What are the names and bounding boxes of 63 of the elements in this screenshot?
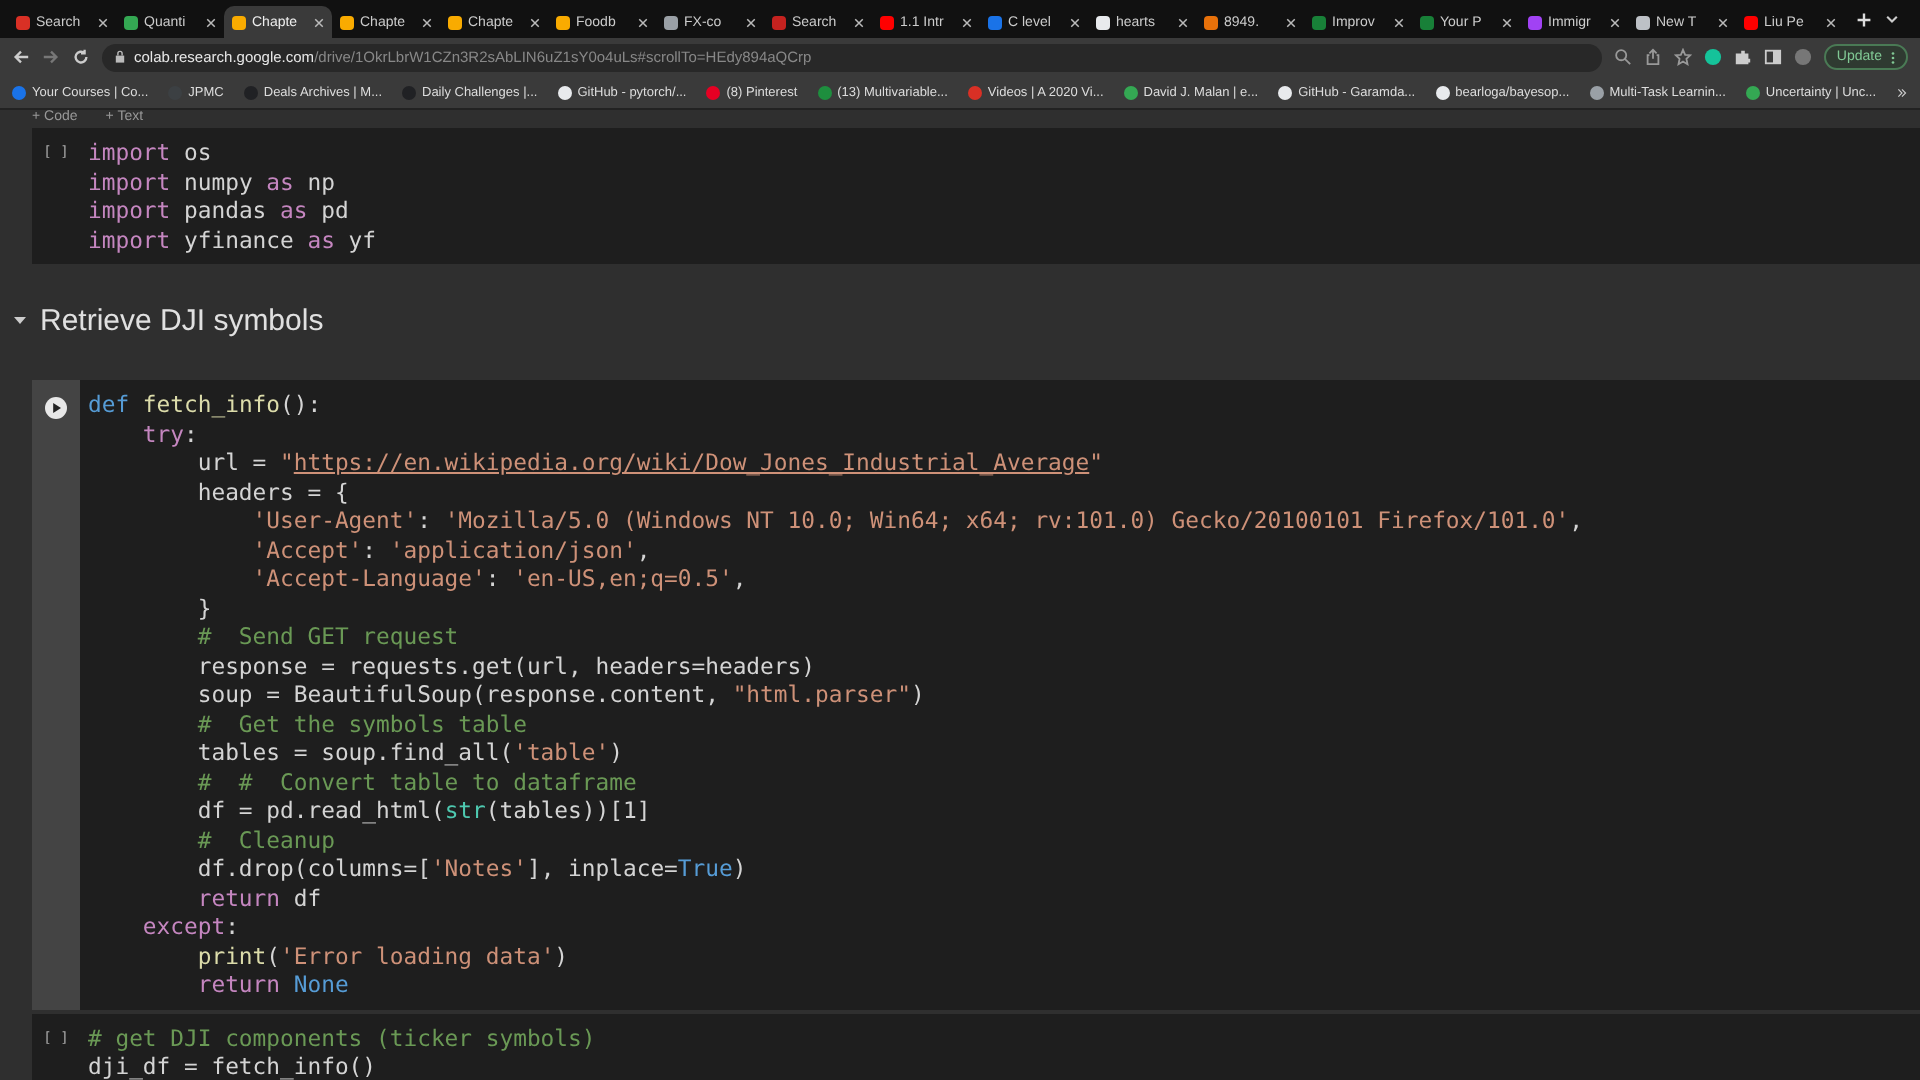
close-icon[interactable] <box>854 17 864 27</box>
code-line: except: <box>140 912 239 941</box>
close-icon[interactable] <box>1178 17 1188 27</box>
code-line: import os <box>88 138 212 167</box>
chevron-right-icon[interactable] <box>1896 85 1908 99</box>
code-line: # get DJI components (ticker symbols) <box>88 1023 596 1052</box>
code-line: 'User-Agent': 'Mozilla/5.0 (Windows NT 10.0; Win64; x64; rv:101.0) Gecko/20100101 Firefox/101.0', <box>250 506 1584 535</box>
code-line: url = "https://en.wikipedia.org/wiki/Dow_Jones_Industrial_Average" <box>195 448 1103 477</box>
code-line: import yfinance as yf <box>88 225 377 254</box>
code-line: # Cleanup <box>195 825 335 854</box>
code-line: return None <box>195 970 349 999</box>
close-icon[interactable] <box>1610 17 1620 27</box>
code-line: 'Accept': 'application/json', <box>250 535 651 564</box>
reload-icon[interactable] <box>72 48 90 66</box>
code-line: import pandas as pd <box>88 196 349 225</box>
code-line: # Get the symbols table <box>195 709 527 738</box>
close-icon[interactable] <box>422 17 432 27</box>
code-line: def fetch_info(): <box>88 390 322 419</box>
caret-down-icon[interactable] <box>12 312 28 328</box>
sidebar-icon[interactable] <box>1764 48 1783 66</box>
close-icon[interactable] <box>1286 17 1296 27</box>
forward-arrow-icon[interactable] <box>42 48 60 66</box>
share-icon[interactable] <box>1644 48 1663 66</box>
code-line: 'Accept-Language': 'en-US,en;q=0.5', <box>250 564 747 593</box>
close-icon[interactable] <box>314 17 324 27</box>
code-line: # Send GET request <box>195 622 459 651</box>
close-icon[interactable] <box>1070 17 1080 27</box>
lock-icon[interactable] <box>114 50 126 64</box>
close-icon[interactable] <box>638 17 648 27</box>
chevron-down-icon[interactable] <box>1884 11 1900 27</box>
close-icon[interactable] <box>746 17 756 27</box>
run-button-icon[interactable] <box>44 396 68 420</box>
more-icon <box>1890 49 1896 65</box>
code-line: df = pd.read_html(str(tables))[1] <box>195 796 651 825</box>
code-line: try: <box>140 419 198 448</box>
star-icon[interactable] <box>1674 48 1693 66</box>
code-cell[interactable] <box>32 380 1920 1009</box>
code-line: } <box>195 593 212 622</box>
close-icon[interactable] <box>962 17 972 27</box>
code-line: print('Error loading data') <box>195 941 569 970</box>
close-icon[interactable] <box>98 17 108 27</box>
search-icon[interactable] <box>1614 48 1633 66</box>
close-icon[interactable] <box>1502 17 1512 27</box>
close-icon[interactable] <box>1394 17 1404 27</box>
plus-icon[interactable] <box>1856 11 1872 27</box>
code-line: response = requests.get(url, headers=headers) <box>195 651 815 680</box>
close-icon[interactable] <box>1718 17 1728 27</box>
section-heading: Retrieve DJI symbols <box>40 303 324 337</box>
code-line: headers = { <box>195 477 349 506</box>
code-line: tables = soup.find_all('table') <box>195 738 623 767</box>
profile-icon[interactable] <box>1794 48 1813 66</box>
code-line: return df <box>195 883 322 912</box>
puzzle-icon[interactable] <box>1734 48 1753 66</box>
back-arrow-icon[interactable] <box>12 48 30 66</box>
close-icon[interactable] <box>530 17 540 27</box>
close-icon[interactable] <box>1826 17 1836 27</box>
code-line: import numpy as np <box>88 167 335 196</box>
extension-icon[interactable] <box>1704 48 1723 66</box>
code-line: df.drop(columns=['Notes'], inplace=True) <box>195 854 747 883</box>
code-line: # # Convert table to dataframe <box>195 767 637 796</box>
code-line: dji_df = fetch_info() <box>88 1052 377 1080</box>
close-icon[interactable] <box>206 17 216 27</box>
code-line: soup = BeautifulSoup(response.content, "html.parser") <box>195 680 925 709</box>
